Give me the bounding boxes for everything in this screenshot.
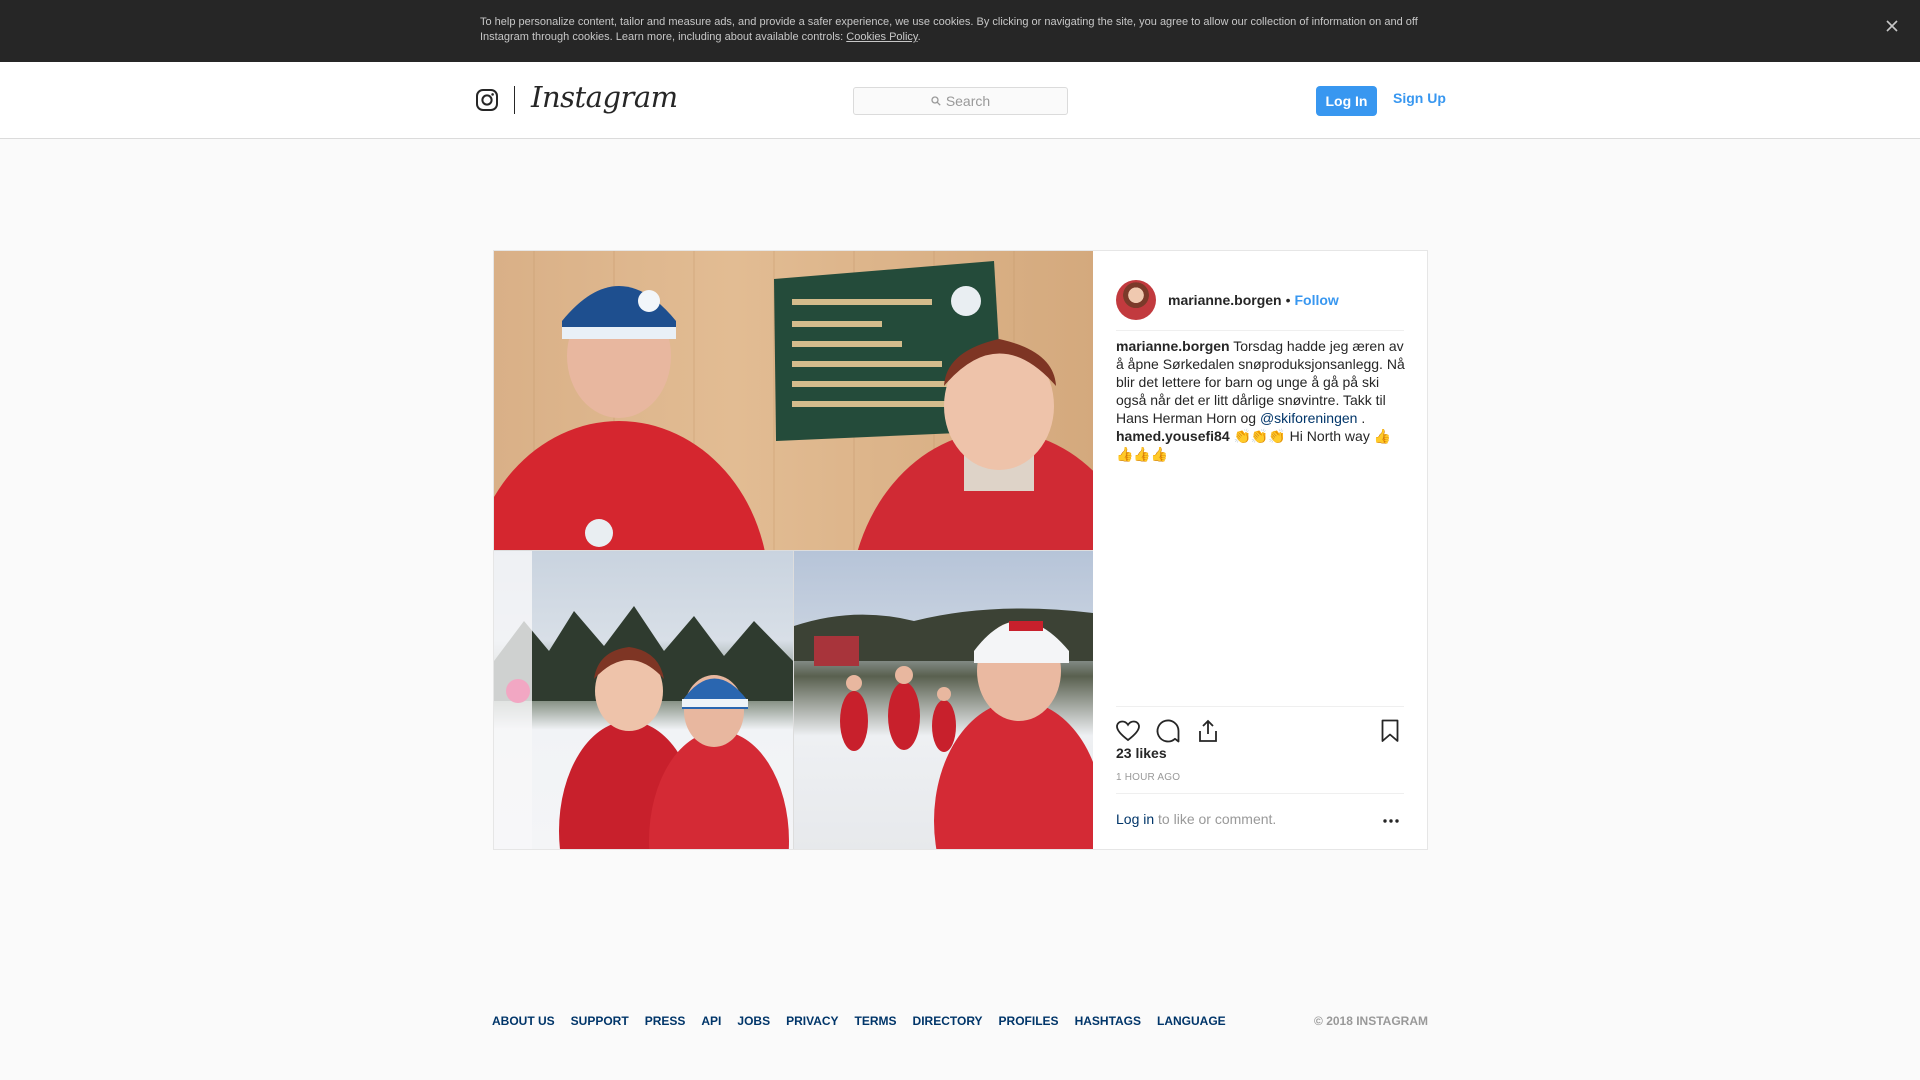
comment-icon[interactable] <box>1154 717 1182 745</box>
instagram-wordmark-logo[interactable]: Instagram <box>531 80 678 114</box>
log-in-button[interactable]: Log In <box>1316 86 1377 116</box>
instagram-glyph-icon[interactable] <box>475 88 499 112</box>
photo-tile-crowd-art <box>794 608 1093 849</box>
footer-link-language[interactable]: LANGUAGE <box>1157 1014 1226 1028</box>
footer-link-support[interactable]: SUPPORT <box>571 1014 629 1028</box>
footer-link-terms[interactable]: TERMS <box>855 1014 897 1028</box>
sign-up-link[interactable]: Sign Up <box>1393 90 1446 106</box>
photo-tile-crowd <box>794 551 1093 849</box>
post-timestamp[interactable]: 1 hour ago <box>1116 772 1180 783</box>
comment-item: hamed.yousefi84 👏👏👏 Hi North way 👍👍👍👍 <box>1116 427 1406 463</box>
more-options-icon[interactable] <box>1380 814 1402 828</box>
photo-tile-sign-art <box>494 251 1093 550</box>
cookies-policy-link[interactable]: Cookies Policy <box>846 31 917 43</box>
share-icon[interactable] <box>1194 717 1222 745</box>
close-icon[interactable] <box>1880 14 1904 38</box>
footer: ABOUT US SUPPORT PRESS API JOBS PRIVACY … <box>492 1014 1428 1030</box>
mention-link[interactable]: @skiforeningen <box>1260 410 1358 426</box>
login-to-comment: Log in to like or comment. <box>1116 793 1404 847</box>
footer-link-api[interactable]: API <box>701 1014 721 1028</box>
post-details-panel: marianne.borgen • Follow marianne.borgen… <box>1093 251 1427 849</box>
post-card: marianne.borgen • Follow marianne.borgen… <box>493 250 1428 850</box>
comment-author[interactable]: hamed.yousefi84 <box>1116 428 1230 444</box>
search-placeholder: Search <box>945 93 991 109</box>
avatar[interactable] <box>1116 279 1156 320</box>
post-header: marianne.borgen • Follow <box>1116 269 1404 331</box>
caption-end: . <box>1357 410 1366 426</box>
bookmark-icon[interactable] <box>1376 717 1404 745</box>
footer-link-directory[interactable]: DIRECTORY <box>913 1014 983 1028</box>
footer-link-press[interactable]: PRESS <box>645 1014 686 1028</box>
post-actions: 23 likes 1 hour ago <box>1116 706 1404 783</box>
login-prompt: Log in to like or comment. <box>1116 811 1276 827</box>
cookie-banner: To help personalize content, tailor and … <box>0 0 1920 62</box>
caption-line: marianne.borgen Torsdag hadde jeg æren a… <box>1116 337 1406 427</box>
heart-icon[interactable] <box>1114 717 1142 745</box>
search-input[interactable]: Search <box>853 87 1068 115</box>
footer-link-profiles[interactable]: PROFILES <box>999 1014 1059 1028</box>
post-caption: marianne.borgen Torsdag hadde jeg æren a… <box>1116 337 1406 463</box>
action-icons-row <box>1116 717 1404 747</box>
post-photo-collage[interactable] <box>494 251 1093 849</box>
top-navigation: Instagram Search Log In Sign Up <box>0 62 1920 139</box>
photo-tile-ski-slope-art <box>494 551 793 849</box>
photo-tile-ski-slope <box>494 551 793 849</box>
photo-tile-sign <box>494 251 1093 550</box>
separator-dot: • <box>1285 291 1291 308</box>
login-prompt-text: to like or comment. <box>1154 811 1277 827</box>
follow-button[interactable]: Follow <box>1295 292 1339 308</box>
footer-link-privacy[interactable]: PRIVACY <box>786 1014 838 1028</box>
logo-divider <box>514 86 515 114</box>
likes-count[interactable]: 23 likes <box>1116 745 1167 761</box>
log-in-link[interactable]: Log in <box>1116 811 1154 827</box>
search-icon <box>931 96 941 106</box>
footer-link-jobs[interactable]: JOBS <box>737 1014 770 1028</box>
caption-author[interactable]: marianne.borgen <box>1116 338 1230 354</box>
copyright-text: © 2018 INSTAGRAM <box>1314 1014 1428 1028</box>
footer-link-about-us[interactable]: ABOUT US <box>492 1014 555 1028</box>
footer-link-hashtags[interactable]: HASHTAGS <box>1075 1014 1141 1028</box>
cookie-banner-text: To help personalize content, tailor and … <box>480 16 1418 43</box>
post-author-username[interactable]: marianne.borgen <box>1168 292 1282 308</box>
footer-links: ABOUT US SUPPORT PRESS API JOBS PRIVACY … <box>492 1014 1428 1028</box>
